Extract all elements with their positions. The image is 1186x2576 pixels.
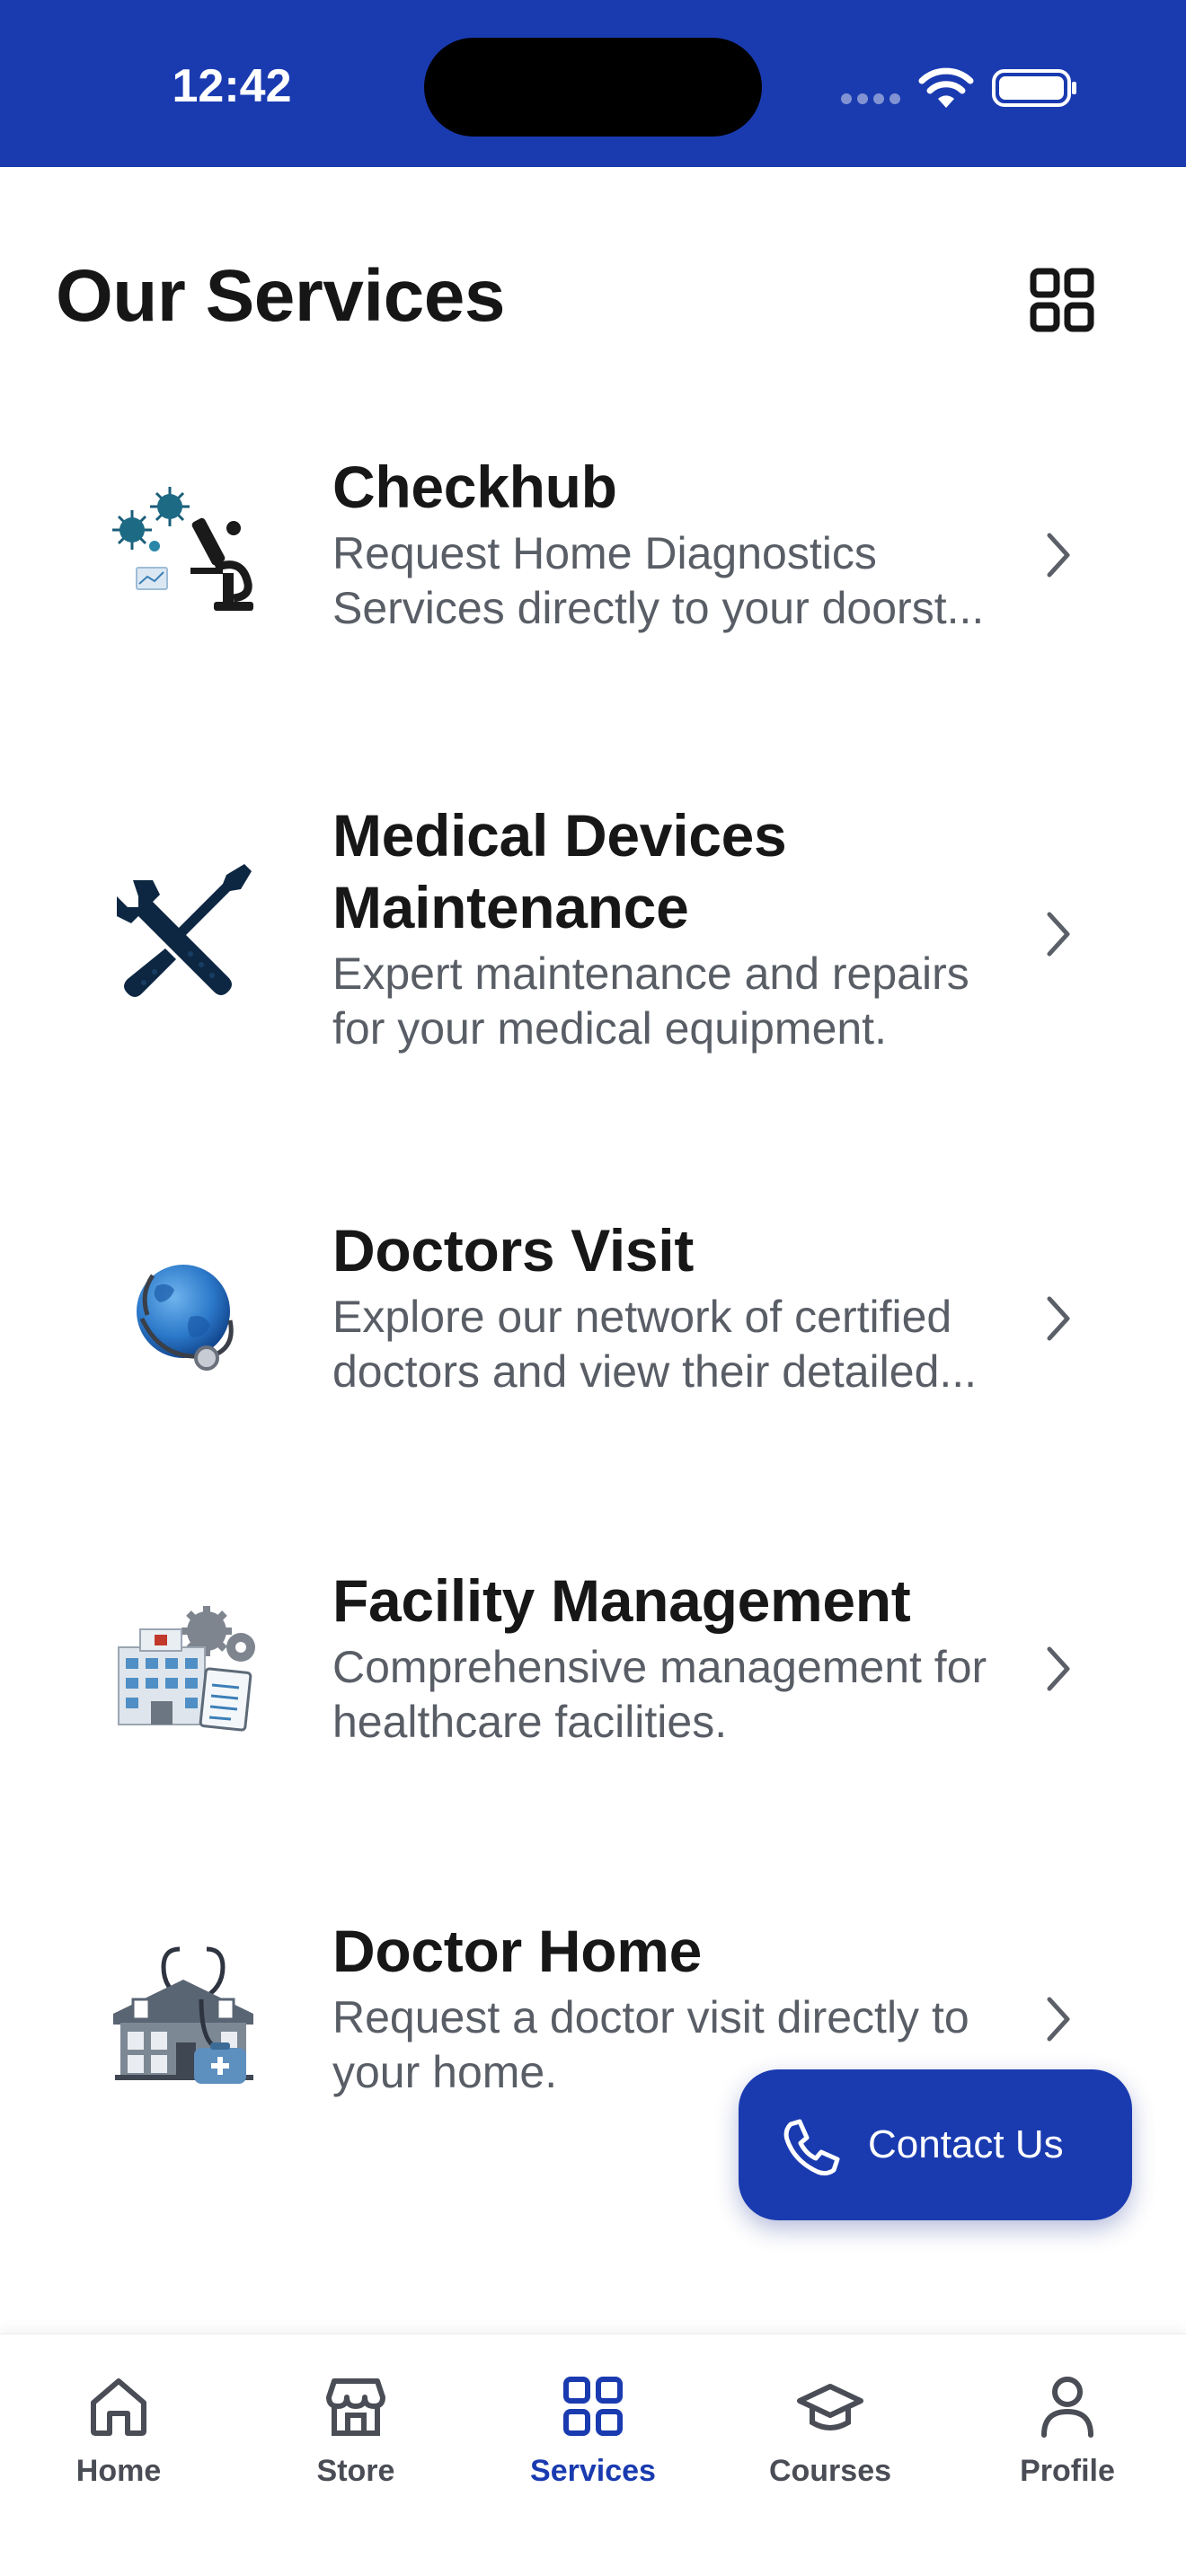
tab-courses[interactable]: Courses	[712, 2334, 949, 2514]
service-title: Doctor Home	[332, 1918, 703, 1984]
tab-label: Profile	[1020, 2454, 1115, 2488]
home-icon	[91, 2378, 146, 2436]
graduation-cap-icon	[797, 2384, 863, 2430]
hospital-gears-icon	[118, 1606, 255, 1732]
chevron-right-icon	[1047, 1296, 1070, 1341]
grid-view-toggle-icon[interactable]	[1024, 262, 1100, 338]
chevron-right-icon	[1047, 1997, 1070, 2042]
service-item-doctors-visit[interactable]: Doctors Visit Explore our network of cer…	[0, 1186, 1186, 1455]
contact-us-button[interactable]: Contact Us	[739, 2069, 1132, 2220]
battery-icon	[992, 69, 1076, 107]
service-description: Comprehensive management for healthcare …	[332, 1642, 987, 1747]
tab-label: Home	[75, 2454, 162, 2488]
globe-stethoscope-icon	[137, 1265, 234, 1371]
dynamic-island	[424, 38, 762, 137]
service-item-medical-devices-maintenance[interactable]: Medical Devices Maintenance Expert maint…	[0, 772, 1186, 1096]
chevron-right-icon	[1047, 533, 1070, 578]
tab-home[interactable]: Home	[0, 2334, 237, 2514]
tab-label: Store	[316, 2454, 395, 2488]
service-description: Explore our network of certified doctors…	[332, 1292, 978, 1397]
service-item-checkhub[interactable]: Checkhub Request Home Diagnostics Servic…	[0, 422, 1186, 692]
bottom-tab-bar: Home Store Services Courses Profile	[0, 2333, 1186, 2576]
wifi-icon	[918, 67, 974, 108]
service-title: Facility Management	[332, 1567, 911, 1634]
service-title: Doctors Visit	[332, 1217, 694, 1284]
service-description: Request Home Diagnostics Services direct…	[332, 528, 985, 633]
chevron-right-icon	[1047, 912, 1070, 957]
page-title: Our Services	[56, 255, 505, 337]
tab-label: Services	[530, 2454, 656, 2488]
service-item-facility-management[interactable]: Facility Management Comprehensive manage…	[0, 1536, 1186, 1805]
person-icon	[1041, 2377, 1093, 2438]
wrench-screwdriver-icon	[117, 864, 252, 997]
house-stethoscope-icon	[113, 1946, 253, 2084]
service-description: Expert maintenance and repairs for your …	[332, 948, 969, 1054]
services-screen: 12:42 Our Services Checkhub Request Home…	[0, 0, 1186, 2576]
phone-icon	[783, 2119, 840, 2176]
chevron-right-icon	[1047, 1646, 1070, 1691]
store-icon	[326, 2378, 385, 2436]
status-bar: 12:42	[0, 0, 1186, 167]
grid-icon	[563, 2377, 623, 2436]
cellular-signal-icon	[841, 93, 900, 106]
tab-label: Courses	[768, 2454, 892, 2488]
tab-services[interactable]: Services	[474, 2334, 712, 2514]
status-time: 12:42	[172, 60, 292, 112]
tab-profile[interactable]: Profile	[949, 2334, 1186, 2514]
microscope-virus-icon	[112, 487, 253, 611]
service-title: Medical Devices Maintenance	[332, 802, 787, 940]
tab-store[interactable]: Store	[237, 2334, 474, 2514]
service-title: Checkhub	[332, 454, 617, 520]
contact-us-label: Contact Us	[868, 2122, 1064, 2166]
